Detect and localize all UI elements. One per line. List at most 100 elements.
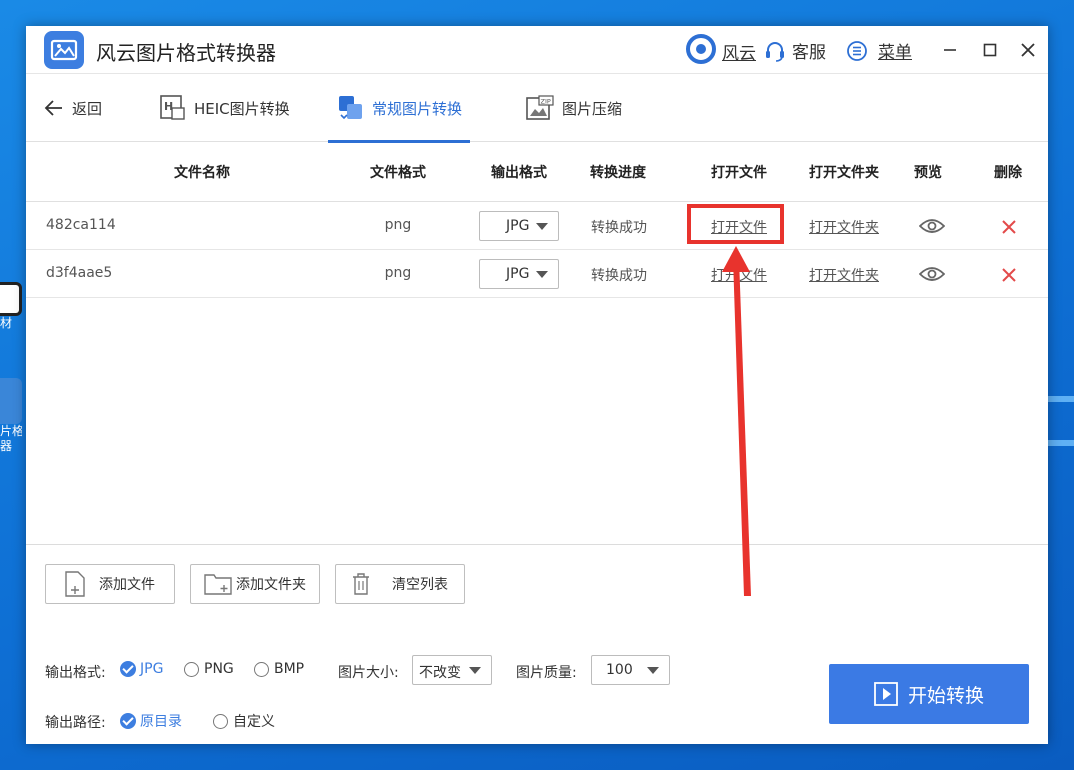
delete-icon[interactable]	[1001, 267, 1017, 283]
tab-normal-convert[interactable]: 常规图片转换	[328, 74, 470, 143]
header-file-format: 文件格式	[370, 165, 426, 181]
heic-file-icon: H	[160, 95, 185, 120]
table-row: 482ca114 png JPG 转换成功 打开文件 打开文件夹	[26, 202, 1048, 250]
chevron-down-icon	[469, 667, 481, 674]
header-open-folder: 打开文件夹	[809, 165, 879, 181]
header-preview: 预览	[914, 165, 942, 181]
close-button[interactable]	[1016, 38, 1040, 62]
tab-heic-convert[interactable]: H HEIC图片转换	[160, 74, 290, 142]
menu-button[interactable]: 菜单	[846, 38, 912, 63]
headset-icon	[766, 41, 784, 62]
user-account-button[interactable]: 风云	[686, 34, 756, 64]
bottom-panel: 添加文件 添加文件夹 清空列表 输出格式: JPG PNG BMP 图片大小: …	[26, 544, 1048, 744]
eye-icon[interactable]	[919, 266, 945, 282]
radio-unchecked-icon	[213, 713, 228, 729]
add-folder-button[interactable]: 添加文件夹	[190, 564, 320, 604]
output-format-value: JPG	[506, 266, 530, 282]
format-option-label: PNG	[204, 661, 234, 677]
desktop-icon-partial[interactable]: 材	[0, 282, 22, 331]
delete-icon[interactable]	[1001, 219, 1017, 235]
file-name: d3f4aae5	[46, 265, 113, 281]
app-title: 风云图片格式转换器	[96, 41, 276, 65]
annotation-highlight-box	[687, 204, 784, 244]
clear-list-button[interactable]: 清空列表	[335, 564, 465, 604]
app-logo-icon	[44, 31, 84, 69]
desktop-wallpaper-stripe	[1048, 440, 1074, 446]
add-file-icon	[65, 571, 85, 597]
path-option-label: 原目录	[140, 714, 182, 730]
chevron-down-icon	[536, 271, 548, 278]
output-path-label: 输出路径:	[45, 715, 106, 731]
open-file-link[interactable]: 打开文件	[711, 265, 767, 285]
desktop-icon-partial-app[interactable]: 片格式 器	[0, 378, 22, 454]
image-quality-value: 100	[606, 662, 633, 678]
trash-icon	[353, 573, 369, 595]
radio-checked-icon	[120, 713, 136, 729]
svg-text:ZIP: ZIP	[541, 98, 551, 106]
tab-compress-label: 图片压缩	[562, 99, 623, 118]
radio-checked-icon	[120, 661, 136, 677]
app-window: 风云图片格式转换器 风云 客服 菜单 返回 H HEIC图片转换 常规图片转换 …	[26, 26, 1048, 744]
radio-unchecked-icon	[254, 661, 269, 677]
arrow-left-icon	[44, 100, 62, 116]
back-label: 返回	[72, 99, 103, 118]
add-folder-label: 添加文件夹	[236, 577, 306, 593]
header-progress: 转换进度	[590, 165, 646, 181]
desktop-icon-label: 片格式 器	[0, 424, 22, 453]
convert-status: 转换成功	[591, 268, 647, 284]
file-format: png	[384, 217, 412, 233]
path-option-label: 自定义	[233, 714, 275, 730]
clock-icon	[0, 282, 22, 316]
table-header: 文件名称 文件格式 输出格式 转换进度 打开文件 打开文件夹 预览 删除	[26, 142, 1048, 202]
eye-icon[interactable]	[919, 218, 945, 234]
open-folder-link[interactable]: 打开文件夹	[809, 217, 879, 237]
close-icon	[1021, 43, 1035, 57]
image-size-value: 不改变	[419, 665, 461, 681]
image-quality-select[interactable]: 100	[591, 655, 670, 685]
clear-list-label: 清空列表	[392, 577, 448, 593]
title-bar: 风云图片格式转换器 风云 客服 菜单	[26, 26, 1048, 74]
tab-normal-label: 常规图片转换	[372, 99, 463, 118]
add-file-button[interactable]: 添加文件	[45, 564, 175, 604]
user-name: 风云	[722, 43, 756, 64]
path-option-original[interactable]: 原目录	[120, 711, 182, 731]
file-format: png	[384, 265, 412, 281]
output-format-value: JPG	[506, 218, 530, 234]
add-file-label: 添加文件	[99, 577, 155, 593]
image-size-select[interactable]: 不改变	[412, 655, 492, 685]
menu-label: 菜单	[878, 43, 912, 63]
format-option-label: BMP	[274, 661, 305, 677]
image-app-icon	[0, 378, 22, 424]
open-folder-link[interactable]: 打开文件夹	[809, 265, 879, 285]
tab-compress[interactable]: ZIP 图片压缩	[526, 74, 622, 142]
tab-heic-label: HEIC图片转换	[194, 99, 290, 118]
start-convert-label: 开始转换	[907, 684, 984, 707]
desktop-wallpaper-stripe	[1048, 396, 1074, 402]
format-option-png[interactable]: PNG	[184, 661, 234, 677]
start-convert-button[interactable]: 开始转换	[829, 664, 1029, 724]
output-format-select[interactable]: JPG	[479, 211, 559, 241]
radio-unchecked-icon	[184, 661, 199, 677]
format-option-jpg[interactable]: JPG	[120, 661, 163, 677]
minimize-button[interactable]	[938, 38, 962, 62]
list-menu-icon	[847, 40, 867, 61]
header-file-name: 文件名称	[174, 165, 230, 181]
file-name: 482ca114	[46, 217, 116, 233]
chevron-down-icon	[536, 223, 548, 230]
path-option-custom[interactable]: 自定义	[213, 711, 275, 731]
customer-service-button[interactable]: 客服	[764, 38, 826, 63]
output-format-label: 输出格式:	[45, 665, 106, 681]
add-folder-icon	[204, 574, 232, 595]
header-delete: 删除	[994, 165, 1022, 181]
header-open-file: 打开文件	[711, 165, 767, 181]
maximize-icon	[983, 43, 997, 57]
maximize-button[interactable]	[978, 38, 1002, 62]
chevron-down-icon	[647, 667, 659, 674]
play-icon	[874, 682, 898, 706]
customer-service-label: 客服	[792, 43, 826, 63]
output-format-select[interactable]: JPG	[479, 259, 559, 289]
image-quality-label: 图片质量:	[516, 665, 577, 681]
back-button[interactable]: 返回	[44, 74, 102, 142]
user-avatar-icon	[686, 34, 716, 64]
format-option-bmp[interactable]: BMP	[254, 661, 304, 677]
